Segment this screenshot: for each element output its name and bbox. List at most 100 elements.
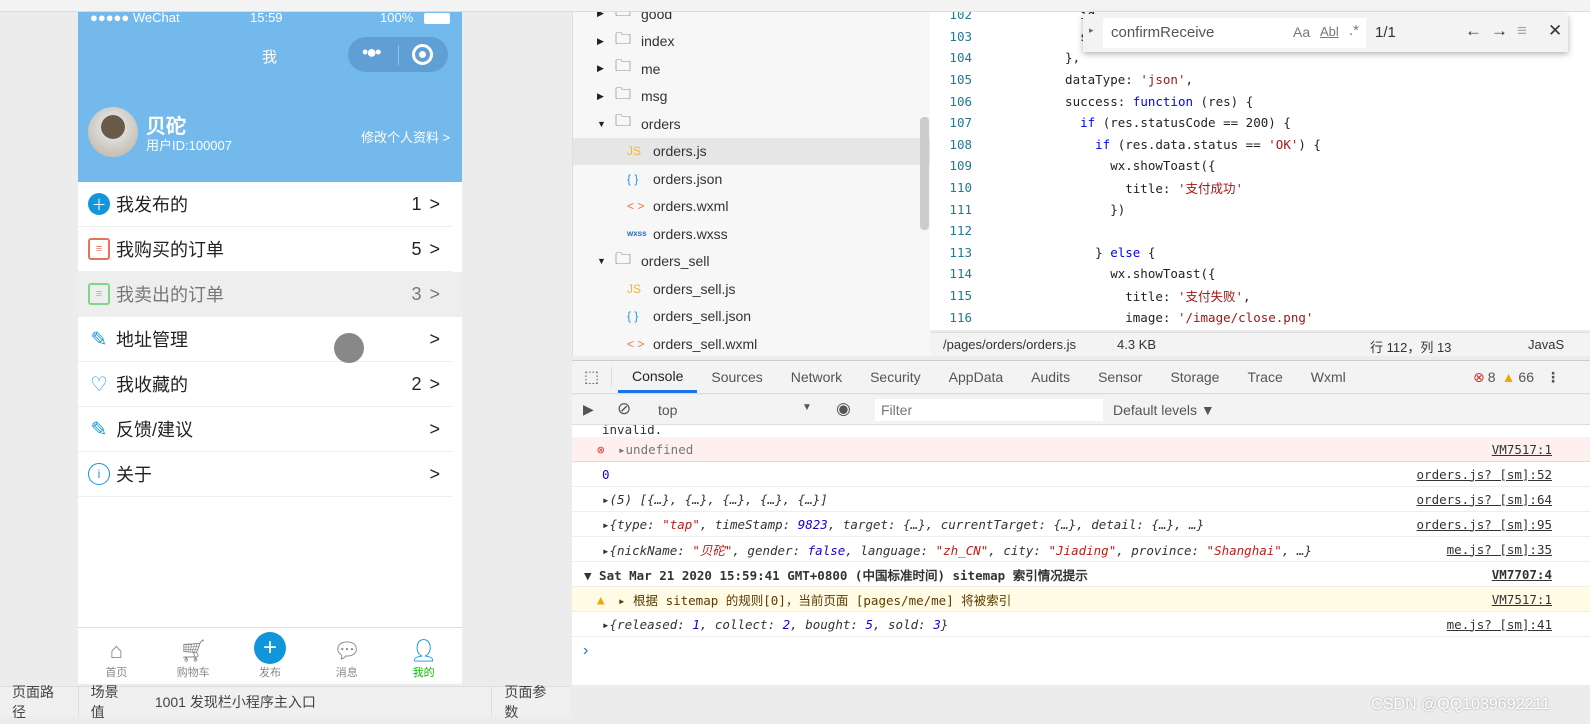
regex-button[interactable]: .* <box>1349 22 1359 39</box>
source-link[interactable]: VM7707:4 <box>1492 567 1552 582</box>
file-tree-item[interactable]: ▼ 🗀︎ orders <box>573 110 930 138</box>
file-tree-item[interactable]: ▼ 🗀︎ orders_sell <box>573 248 930 276</box>
console-filter-input[interactable] <box>875 399 1103 421</box>
page-params[interactable]: 页面参数 <box>492 684 570 720</box>
edit-profile-link[interactable]: 修改个人资料 > <box>361 127 450 146</box>
file-tree-item[interactable]: JS orders_sell.js <box>573 275 930 303</box>
log-levels-dropdown[interactable]: Default levels ▼ <box>1113 402 1215 418</box>
console-prompt[interactable]: › <box>583 642 588 660</box>
code-line[interactable]: 111 }) <box>930 198 1590 220</box>
code-line[interactable]: 113 } else { <box>930 242 1590 264</box>
error-icon: ⊗ <box>597 441 605 457</box>
console-message[interactable]: ▸{nickName: "贝砣", gender: false, languag… <box>602 540 1312 559</box>
code-line[interactable]: 106 success: function (res) { <box>930 90 1590 112</box>
devtools-tab-sensor[interactable]: Sensor <box>1084 361 1156 393</box>
avatar[interactable] <box>88 107 138 157</box>
source-link[interactable]: orders.js? [sm]:52 <box>1417 467 1552 482</box>
tab-me[interactable]: 👤︎ 我的 <box>385 628 462 684</box>
close-miniprogram-icon[interactable] <box>412 44 433 65</box>
tab-cart[interactable]: 🛒︎ 购物车 <box>155 628 232 684</box>
caret-down-icon[interactable]: ▼ <box>597 119 609 129</box>
source-link[interactable]: orders.js? [sm]:95 <box>1417 517 1552 532</box>
code-line[interactable]: 116 image: '/image/close.png' <box>930 306 1590 328</box>
file-tree-item[interactable]: ▶ 🗀︎ msg <box>573 83 930 111</box>
code-line[interactable]: 109 wx.showToast({ <box>930 155 1590 177</box>
clear-console-icon[interactable]: ⊘ <box>617 399 631 419</box>
devtools-tab-wxml[interactable]: Wxml <box>1297 361 1360 393</box>
context-dropdown-icon[interactable]: ▼ <box>802 402 812 413</box>
code-line[interactable]: 114 wx.showToast({ <box>930 263 1590 285</box>
devtools-tab-security[interactable]: Security <box>856 361 935 393</box>
caret-down-icon[interactable]: ▼ <box>597 256 609 266</box>
code-line[interactable]: 115 title: '支付失败', <box>930 285 1590 307</box>
whole-word-button[interactable]: Abl <box>1320 24 1339 39</box>
file-tree-item[interactable]: < > orders.wxml <box>573 193 930 221</box>
console-message[interactable]: ▸(5) [{…}, {…}, {…}, {…}, {…}] <box>602 492 828 507</box>
caret-right-icon[interactable]: ▶ <box>597 91 609 102</box>
previous-match-icon[interactable]: ← <box>1465 21 1482 41</box>
devtools-tab-storage[interactable]: Storage <box>1156 361 1233 393</box>
devtools-tab-network[interactable]: Network <box>777 361 856 393</box>
menu-item-favorites[interactable]: ♡ 我收藏的 2 > <box>78 362 452 407</box>
menu-item-published[interactable]: ＋我发布的 1 > <box>78 182 452 227</box>
source-link[interactable]: VM7517:1 <box>1492 442 1552 457</box>
file-tree-item[interactable]: ▶ 🗀︎ me <box>573 55 930 83</box>
context-select[interactable]: top <box>658 402 677 418</box>
console-message[interactable]: ▸{type: "tap", timeStamp: 9823, target: … <box>602 517 1204 532</box>
scene-value[interactable]: 1001 发现栏小程序主入口 <box>143 687 493 716</box>
menu-item-bought[interactable]: ≡ 我购买的订单 5 > <box>78 227 452 272</box>
profile-header: ●●●●● WeChat 15:59 100% 我 •●• 贝砣 用户ID:10… <box>78 12 462 182</box>
tab-publish[interactable]: + 发布 <box>232 628 309 684</box>
toggle-replace-icon[interactable]: ▸ <box>1089 25 1094 36</box>
code-line[interactable]: 110 title: '支付成功' <box>930 177 1590 199</box>
devtools-tab-trace[interactable]: Trace <box>1233 361 1296 393</box>
devtools-tab-appdata[interactable]: AppData <box>935 361 1017 393</box>
code-text: } else { <box>1050 244 1156 260</box>
eye-icon[interactable]: ◉ <box>836 399 851 419</box>
source-link[interactable]: me.js? [sm]:35 <box>1447 542 1552 557</box>
more-icon[interactable]: •●• <box>362 42 382 63</box>
devtools-tab-console[interactable]: Console <box>618 361 698 393</box>
code-line[interactable]: 112 <box>930 220 1590 242</box>
devtools-tab-audits[interactable]: Audits <box>1017 361 1084 393</box>
sidebar-toggle-icon[interactable]: ▶︎ <box>583 401 594 418</box>
warning-count[interactable]: 66 <box>1518 369 1534 385</box>
more-options-icon[interactable]: ⋮ <box>1546 369 1560 386</box>
caret-right-icon[interactable]: ▶ <box>597 36 609 47</box>
console-message[interactable]: ▼ Sat Mar 21 2020 15:59:41 GMT+0800 (中国标… <box>584 565 1088 584</box>
devtools-tab-sources[interactable]: Sources <box>697 361 776 393</box>
find-in-selection-icon[interactable]: ≡ <box>1517 21 1527 41</box>
code-line[interactable]: 108 if (res.data.status == 'OK') { <box>930 134 1590 156</box>
menu-item-sold[interactable]: ≡ 我卖出的订单 3 > <box>78 272 462 317</box>
file-tree-item[interactable]: { } orders_sell.json <box>573 303 930 331</box>
code-line[interactable]: 105 dataType: 'json', <box>930 69 1590 91</box>
file-tree-item[interactable]: ▶🗀︎good <box>573 12 930 28</box>
page-path-label[interactable]: 页面路径 <box>0 684 79 720</box>
file-tree-item[interactable]: JS orders.js <box>573 137 930 165</box>
code-editor[interactable]: 102 id 103 st 104 }, 105 dataType: 'json', 1… <box>930 12 1590 330</box>
file-tree-item[interactable]: < > orders_sell.wxml <box>573 330 930 356</box>
next-match-icon[interactable]: → <box>1491 21 1508 41</box>
tab-messages[interactable]: 💬︎ 消息 <box>308 628 385 684</box>
console-message[interactable]: ▸{released: 1, collect: 2, bought: 5, so… <box>602 617 948 632</box>
caret-right-icon[interactable]: ▶ <box>597 12 609 19</box>
file-tree-scrollbar[interactable] <box>920 117 929 230</box>
menu-item-address[interactable]: ✎ 地址管理 > <box>78 317 452 362</box>
file-tree-item[interactable]: wxss orders.wxss <box>573 220 930 248</box>
match-case-button[interactable]: Aa <box>1293 24 1310 40</box>
language-mode[interactable]: JavaS <box>1528 337 1564 352</box>
menu-item-feedback[interactable]: ✎ 反馈/建议 > <box>78 407 452 452</box>
error-count[interactable]: 8 <box>1488 369 1496 385</box>
menu-item-about[interactable]: i 关于 > <box>78 452 452 497</box>
inspect-element-icon[interactable]: ⬚ <box>572 367 612 387</box>
close-icon[interactable]: ✕ <box>1548 21 1562 41</box>
source-link[interactable]: orders.js? [sm]:64 <box>1417 492 1552 507</box>
source-link[interactable]: me.js? [sm]:41 <box>1447 617 1552 632</box>
file-tree-item[interactable]: ▶ 🗀︎ index <box>573 28 930 56</box>
tab-home[interactable]: ⌂ 首页 <box>78 628 155 684</box>
source-link[interactable]: VM7517:1 <box>1492 592 1552 607</box>
cursor-position[interactable]: 行 112，列 13 <box>1370 337 1451 356</box>
code-line[interactable]: 107 if (res.statusCode == 200) { <box>930 112 1590 134</box>
caret-right-icon[interactable]: ▶ <box>597 63 609 74</box>
file-tree-item[interactable]: { } orders.json <box>573 165 930 193</box>
